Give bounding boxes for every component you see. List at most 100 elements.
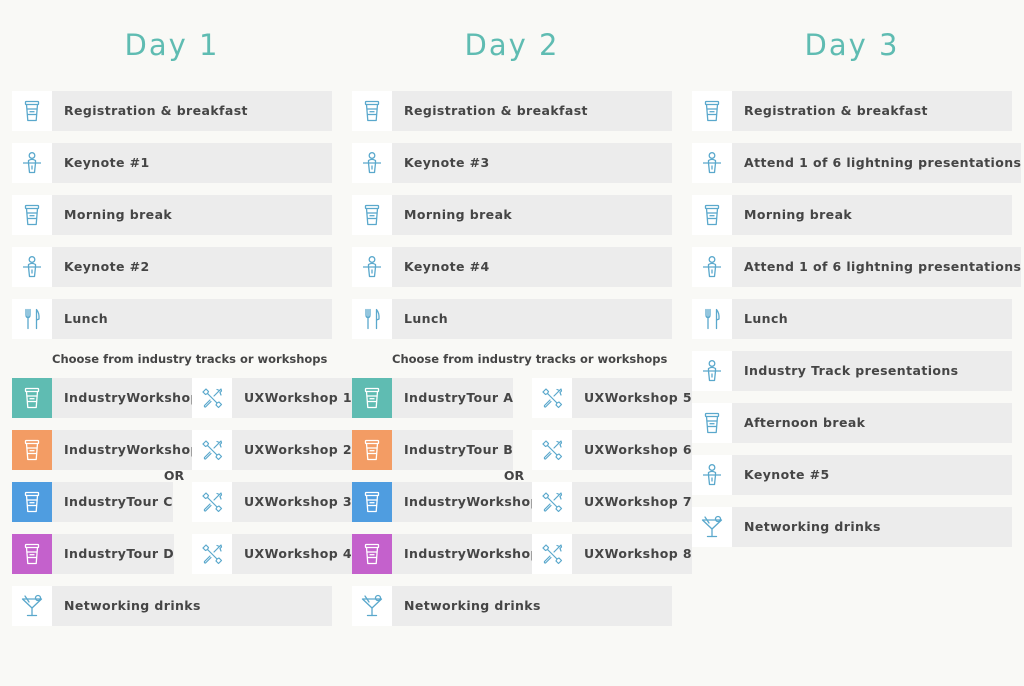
tools-icon — [532, 534, 572, 574]
coffee-cup-icon — [352, 430, 392, 470]
session-label: Networking drinks — [392, 586, 672, 626]
session-label: Registration & breakfast — [732, 91, 1012, 131]
or-separator: OR — [503, 468, 525, 483]
session-label: Industry Workshop C — [392, 482, 555, 522]
session-row: Morning break — [692, 195, 1012, 235]
session-row: Lunch — [692, 299, 1012, 339]
session-label: UX Workshop 3 — [232, 482, 352, 522]
session-row: Morning break — [12, 195, 332, 235]
session-label: Keynote #3 — [392, 143, 672, 183]
session-label: Industry Tour C — [52, 482, 173, 522]
fork-knife-icon — [692, 299, 732, 339]
session-row: Industry Track presentations — [692, 351, 1012, 391]
coffee-cup-icon — [352, 378, 392, 418]
speaker-podium-icon — [352, 143, 392, 183]
session-label: UX Workshop 4 — [232, 534, 352, 574]
session-label: Industry Tour B — [392, 430, 514, 470]
day-title: Day 1 — [124, 28, 220, 62]
session-row: Networking drinks — [692, 507, 1012, 547]
coffee-cup-icon — [352, 195, 392, 235]
coffee-cup-icon — [12, 482, 52, 522]
coffee-cup-icon — [12, 534, 52, 574]
or-separator: OR — [163, 468, 185, 483]
industry-track-row: Industry Tour A — [352, 378, 514, 418]
tools-icon — [532, 378, 572, 418]
tools-icon — [532, 482, 572, 522]
coffee-cup-icon — [12, 430, 52, 470]
ux-workshop-row: UX Workshop 4 — [192, 534, 352, 574]
session-label: Networking drinks — [52, 586, 332, 626]
ux-workshop-row: UX Workshop 1 — [192, 378, 352, 418]
session-label: Industry Tour D — [52, 534, 174, 574]
speaker-podium-icon — [692, 351, 732, 391]
session-row: Keynote #2 — [12, 247, 332, 287]
speaker-podium-icon — [692, 247, 732, 287]
tools-icon — [192, 430, 232, 470]
industry-track-row: Industry Workshop A — [12, 378, 215, 418]
session-row: Registration & breakfast — [692, 91, 1012, 131]
tools-icon — [192, 534, 232, 574]
ux-workshop-row: UX Workshop 5 — [532, 378, 692, 418]
cocktail-glass-icon — [12, 586, 52, 626]
session-row: Attend 1 of 6 lightning presentations — [692, 143, 1022, 183]
day-title: Day 2 — [464, 28, 560, 62]
session-label: UX Workshop 1 — [232, 378, 352, 418]
speaker-podium-icon — [352, 247, 392, 287]
speaker-podium-icon — [692, 455, 732, 495]
session-label: Morning break — [392, 195, 672, 235]
coffee-cup-icon — [12, 378, 52, 418]
ux-workshop-row: UX Workshop 7 — [532, 482, 692, 522]
session-label: Industry Workshop D — [392, 534, 556, 574]
session-label: Registration & breakfast — [392, 91, 672, 131]
session-label: UX Workshop 2 — [232, 430, 352, 470]
coffee-cup-icon — [12, 91, 52, 131]
session-label: Keynote #4 — [392, 247, 672, 287]
session-row: Registration & breakfast — [352, 91, 672, 131]
session-row: Lunch — [12, 299, 332, 339]
coffee-cup-icon — [692, 91, 732, 131]
session-label: Keynote #5 — [732, 455, 1012, 495]
tools-icon — [192, 482, 232, 522]
session-label: Lunch — [732, 299, 1012, 339]
ux-workshop-row: UX Workshop 2 — [192, 430, 352, 470]
session-label: Lunch — [52, 299, 332, 339]
speaker-podium-icon — [12, 143, 52, 183]
session-label: Industry Track presentations — [732, 351, 1012, 391]
session-label: UX Workshop 8 — [572, 534, 692, 574]
coffee-cup-icon — [352, 91, 392, 131]
coffee-cup-icon — [692, 195, 732, 235]
speaker-podium-icon — [12, 247, 52, 287]
session-row: Attend 1 of 6 lightning presentations — [692, 247, 1022, 287]
session-label: UX Workshop 6 — [572, 430, 692, 470]
session-row: Keynote #4 — [352, 247, 672, 287]
coffee-cup-icon — [692, 403, 732, 443]
fork-knife-icon — [12, 299, 52, 339]
session-label: Lunch — [392, 299, 672, 339]
day-title: Day 3 — [804, 28, 900, 62]
session-row: Networking drinks — [352, 586, 672, 626]
industry-track-row: Industry Workshop B — [12, 430, 215, 470]
industry-track-row: Industry Workshop D — [352, 534, 556, 574]
session-label: Morning break — [52, 195, 332, 235]
session-label: Industry Tour A — [392, 378, 514, 418]
session-row: Keynote #5 — [692, 455, 1012, 495]
speaker-podium-icon — [692, 143, 732, 183]
ux-workshop-row: UX Workshop 8 — [532, 534, 692, 574]
session-label: UX Workshop 5 — [572, 378, 692, 418]
session-label: Attend 1 of 6 lightning presentations — [732, 143, 1022, 183]
session-row: Registration & breakfast — [12, 91, 332, 131]
session-row: Morning break — [352, 195, 672, 235]
coffee-cup-icon — [12, 195, 52, 235]
choose-instruction: Choose from industry tracks or workshops — [52, 352, 328, 366]
session-label: Networking drinks — [732, 507, 1012, 547]
industry-track-row: Industry Tour B — [352, 430, 514, 470]
tools-icon — [532, 430, 572, 470]
session-label: Morning break — [732, 195, 1012, 235]
session-row: Keynote #3 — [352, 143, 672, 183]
session-label: Registration & breakfast — [52, 91, 332, 131]
cocktail-glass-icon — [692, 507, 732, 547]
session-row: Keynote #1 — [12, 143, 332, 183]
session-row: Lunch — [352, 299, 672, 339]
ux-workshop-row: UX Workshop 3 — [192, 482, 352, 522]
coffee-cup-icon — [352, 534, 392, 574]
